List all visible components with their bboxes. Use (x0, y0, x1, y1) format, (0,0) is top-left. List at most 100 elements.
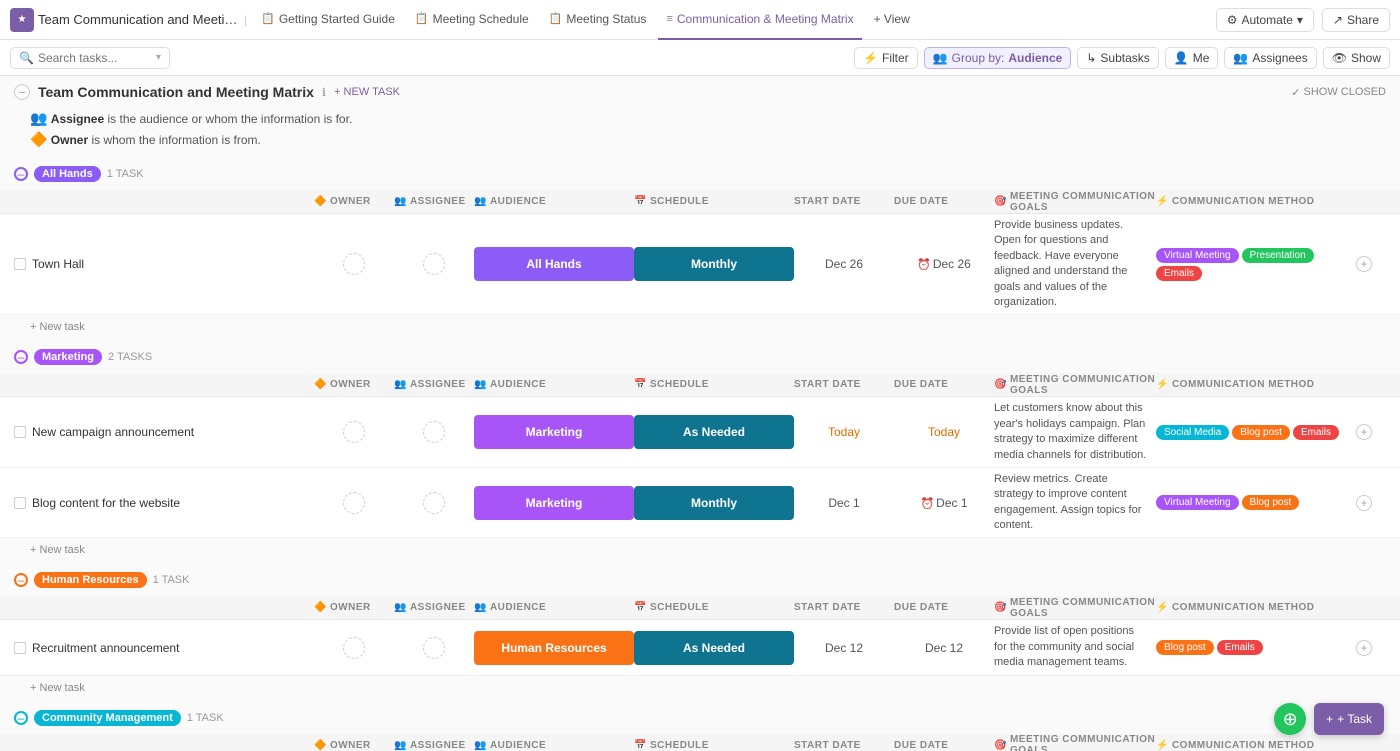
new-task-link[interactable]: + New task (30, 682, 85, 694)
col-header-assignee: 👥ASSIGNEE (394, 602, 474, 613)
col-header-assignee: 👥ASSIGNEE (394, 196, 474, 207)
col-header-schedule: 📅SCHEDULE (634, 602, 794, 613)
show-closed-button[interactable]: ✓ SHOW CLOSED (1291, 86, 1386, 99)
assignees-button[interactable]: 👥 Assignees (1224, 47, 1316, 69)
group-by-button[interactable]: 👥 Group by: Audience (924, 47, 1072, 69)
me-button[interactable]: 👤 Me (1165, 47, 1219, 69)
owner-avatar[interactable] (343, 492, 365, 514)
comm-tag: Blog post (1156, 640, 1214, 655)
group-header-marketing[interactable]: – Marketing 2 TASKS (0, 341, 1400, 373)
assignees-icon: 👥 (1233, 51, 1248, 65)
group-all-hands: – All Hands 1 TASK 🔶OWNER 👥ASSIGNEE 👥AUD… (0, 158, 1400, 337)
project-header: – Team Communication and Meeting Matrix … (0, 76, 1400, 104)
add-button[interactable]: + (1356, 640, 1372, 656)
add-button[interactable]: + (1356, 495, 1372, 511)
group-header-human-resources[interactable]: – Human Resources 1 TASK (0, 564, 1400, 596)
new-task-button[interactable]: + NEW TASK (334, 86, 400, 98)
info-icon[interactable]: ℹ (322, 86, 326, 99)
group-collapse-icon[interactable]: – (14, 167, 28, 181)
comm-methods-cell: Virtual MeetingBlog post (1156, 492, 1356, 513)
owner-avatar[interactable] (343, 637, 365, 659)
tab-icon: 📋 (549, 12, 563, 25)
col-header-assignee: 👥ASSIGNEE (394, 379, 474, 390)
tab-meeting-status[interactable]: 📋 Meeting Status (541, 0, 655, 40)
audience-badge[interactable]: Human Resources (474, 631, 634, 665)
schedule-cell: Monthly (634, 247, 794, 281)
col-header-start: START DATE (794, 379, 894, 390)
start-date: Today (794, 425, 894, 439)
share-button[interactable]: ↗ Share (1322, 8, 1390, 32)
group-task-count: 1 TASK (153, 574, 190, 586)
assignee-avatar[interactable] (423, 253, 445, 275)
group-collapse-icon[interactable]: – (14, 350, 28, 364)
audience-badge[interactable]: All Hands (474, 247, 634, 281)
col-header-goals: 🎯MEETING COMMUNICATION GOALS (994, 191, 1156, 213)
tab-getting-started[interactable]: 📋 Getting Started Guide (253, 0, 403, 40)
new-task-link[interactable]: + New task (30, 321, 85, 333)
group-name-tag: All Hands (34, 166, 101, 182)
eye-icon: 👁 (1332, 51, 1347, 65)
groups-container: – All Hands 1 TASK 🔶OWNER 👥ASSIGNEE 👥AUD… (0, 158, 1400, 751)
add-task-button[interactable]: + + Task (1314, 703, 1384, 735)
green-action-button[interactable]: ⊕ (1274, 703, 1306, 735)
comm-tag: Virtual Meeting (1156, 495, 1239, 510)
tab-meeting-schedule[interactable]: 📋 Meeting Schedule (407, 0, 537, 40)
automate-button[interactable]: ⚙ Automate ▾ (1216, 8, 1314, 32)
new-task-row[interactable]: + New task (0, 315, 1400, 337)
col-header-goals: 🎯MEETING COMMUNICATION GOALS (994, 374, 1156, 396)
col-header-start: START DATE (794, 602, 894, 613)
clock-icon: ⏰ (920, 498, 934, 510)
task-name-cell: Blog content for the website (14, 496, 314, 510)
col-header-audience: 👥AUDIENCE (474, 740, 634, 751)
group-collapse-icon[interactable]: – (14, 711, 28, 725)
audience-badge[interactable]: Marketing (474, 486, 634, 520)
add-button[interactable]: + (1356, 424, 1372, 440)
owner-icon: 🔶 (314, 196, 327, 207)
col-header-due: DUE DATE (894, 196, 994, 207)
assignee-avatar[interactable] (423, 492, 445, 514)
col-header-audience: 👥AUDIENCE (474, 379, 634, 390)
tab-add-view[interactable]: + View (866, 0, 918, 40)
owner-avatar[interactable] (343, 253, 365, 275)
task-checkbox[interactable] (14, 426, 26, 438)
tab-icon: ≡ (666, 13, 672, 25)
goals-cell: Provide list of open positions for the c… (994, 620, 1156, 674)
search-input[interactable] (38, 51, 152, 65)
task-checkbox[interactable] (14, 497, 26, 509)
audience-badge[interactable]: Marketing (474, 415, 634, 449)
bottom-actions: ⊕ + + Task (1274, 703, 1384, 735)
new-task-row[interactable]: + New task (0, 676, 1400, 698)
assignee-avatar[interactable] (423, 637, 445, 659)
assignee-avatar[interactable] (423, 421, 445, 443)
tab-comm-matrix[interactable]: ≡ Communication & Meeting Matrix (658, 0, 861, 40)
description-area: 👥 Assignee is the audience or whom the i… (0, 104, 1400, 158)
due-date: ⏰Dec 1 (894, 496, 994, 510)
collapse-button[interactable]: – (14, 84, 30, 100)
new-task-row[interactable]: + New task (0, 538, 1400, 560)
task-checkbox[interactable] (14, 642, 26, 654)
table-row: Town Hall All Hands Monthly Dec 26 ⏰Dec … (0, 214, 1400, 315)
add-button[interactable]: + (1356, 256, 1372, 272)
col-header-goals: 🎯MEETING COMMUNICATION GOALS (994, 734, 1156, 751)
goals-cell: Let customers know about this year's hol… (994, 397, 1156, 467)
subtasks-button[interactable]: ↳ Subtasks (1077, 47, 1158, 69)
col-header-schedule: 📅SCHEDULE (634, 379, 794, 390)
start-date: Dec 12 (794, 641, 894, 655)
col-header-owner: 🔶OWNER (314, 602, 394, 613)
schedule-cell: Monthly (634, 486, 794, 520)
schedule-badge[interactable]: Monthly (634, 486, 794, 520)
group-collapse-icon[interactable]: – (14, 573, 28, 587)
main-content: – Team Communication and Meeting Matrix … (0, 76, 1400, 751)
show-button[interactable]: 👁 Show (1323, 47, 1390, 69)
search-box[interactable]: 🔍 ▾ (10, 47, 170, 69)
new-task-link[interactable]: + New task (30, 544, 85, 556)
filter-button[interactable]: ⚡ Filter (854, 47, 918, 69)
group-header-community-management[interactable]: – Community Management 1 TASK (0, 702, 1400, 734)
schedule-badge[interactable]: As Needed (634, 415, 794, 449)
schedule-badge[interactable]: As Needed (634, 631, 794, 665)
nav-actions: ⚙ Automate ▾ ↗ Share (1216, 8, 1390, 32)
task-checkbox[interactable] (14, 258, 26, 270)
owner-avatar[interactable] (343, 421, 365, 443)
schedule-badge[interactable]: Monthly (634, 247, 794, 281)
group-header-all-hands[interactable]: – All Hands 1 TASK (0, 158, 1400, 190)
